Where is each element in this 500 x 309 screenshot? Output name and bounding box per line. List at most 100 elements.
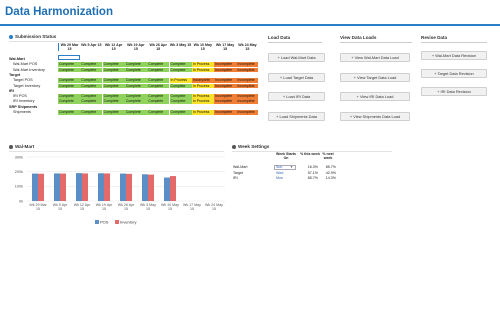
status-cell[interactable]: Incomplete <box>214 78 237 83</box>
submission-divider <box>9 41 234 42</box>
revise-data-button[interactable]: + Wal-Mart Data Revision <box>421 51 487 60</box>
status-cell[interactable]: Complete <box>147 78 170 83</box>
column-header[interactable]: Wk 24 May 15 <box>236 43 258 51</box>
collapse-icon[interactable] <box>9 144 13 149</box>
load-data-button[interactable]: + Load IRI Data <box>268 92 325 101</box>
status-cell[interactable]: Complete <box>80 67 103 73</box>
status-cell[interactable]: Complete <box>80 62 103 67</box>
view-data-load-button[interactable]: + View IRI Data Load <box>340 92 410 101</box>
status-cell[interactable]: Incomplete <box>214 110 237 115</box>
status-cell[interactable]: Complete <box>58 99 80 104</box>
status-cell[interactable]: Incomplete <box>236 99 259 104</box>
revise-data-button[interactable]: + IRI Data Revision <box>421 87 487 96</box>
status-cell[interactable]: Complete <box>102 83 125 89</box>
week-start-day[interactable]: Mon <box>276 176 283 180</box>
status-cell[interactable]: Complete <box>124 67 147 73</box>
column-header[interactable]: Wk 5 Apr 15 <box>80 43 102 47</box>
status-cell[interactable]: Incomplete <box>236 62 259 67</box>
load-data-button[interactable]: + Load Wal-Mart Data <box>268 53 325 62</box>
load-data-button[interactable]: + Load Shipments Data <box>268 111 325 121</box>
collapse-icon[interactable] <box>9 34 13 39</box>
bar-pos <box>76 173 82 201</box>
status-cell[interactable]: Complete <box>102 110 125 115</box>
status-cell[interactable]: Incomplete <box>214 94 237 99</box>
status-cell[interactable]: Complete <box>124 78 147 83</box>
status-cell[interactable]: Complete <box>58 67 80 73</box>
status-cell[interactable]: Complete <box>124 62 147 67</box>
status-cell[interactable]: Complete <box>80 110 103 115</box>
status-cell[interactable]: Complete <box>124 99 147 104</box>
column-header[interactable]: Wk 26 Apr 15 <box>147 43 169 51</box>
status-cell[interactable]: Complete <box>58 83 80 89</box>
status-cell[interactable]: In Process <box>191 110 214 115</box>
status-cell[interactable]: In Process <box>191 62 214 67</box>
status-cell[interactable]: Complete <box>80 94 103 99</box>
collapse-icon[interactable] <box>232 144 236 149</box>
status-cell[interactable]: Complete <box>58 62 80 67</box>
column-header[interactable]: Wk 29 Mar 15 <box>58 43 80 52</box>
week-settings-header[interactable]: Week Settings <box>232 144 269 149</box>
status-cell[interactable]: Complete <box>169 62 192 67</box>
status-cell[interactable]: Incomplete <box>236 67 259 73</box>
status-cell[interactable]: Complete <box>147 83 170 89</box>
status-cell[interactable]: Complete <box>169 94 192 99</box>
week-start-day[interactable]: Sun <box>276 165 282 169</box>
status-cell[interactable]: Complete <box>102 67 125 73</box>
x-tick-label: 15 <box>124 207 128 211</box>
status-cell[interactable]: Incomplete <box>236 83 259 89</box>
status-cell[interactable]: Complete <box>147 62 170 67</box>
status-cell[interactable]: Incomplete <box>236 78 259 83</box>
column-header[interactable]: Wk 19 Apr 15 <box>125 43 147 51</box>
chart-panel-title: Wal-Mart <box>15 144 35 149</box>
status-cell[interactable]: Incomplete <box>236 94 259 99</box>
status-cell[interactable]: Complete <box>102 78 125 83</box>
status-cell[interactable]: In Process <box>169 78 192 83</box>
column-header[interactable]: Wk 17 May 15 <box>214 43 236 51</box>
view-data-load-button[interactable]: + View Target Data Load <box>340 72 410 82</box>
status-cell[interactable]: Incomplete <box>191 78 214 83</box>
status-cell[interactable]: Incomplete <box>214 62 237 67</box>
status-cell[interactable]: In Process <box>191 83 214 89</box>
dropdown-arrow-icon[interactable]: ▼ <box>290 165 293 169</box>
bar-pos <box>54 173 60 201</box>
status-cell[interactable]: Complete <box>169 83 192 89</box>
status-cell[interactable]: Complete <box>147 99 170 104</box>
status-cell[interactable]: Complete <box>80 78 103 83</box>
status-cell[interactable]: Incomplete <box>214 67 237 73</box>
view-data-load-button[interactable]: + View Wal-Mart Data Load <box>340 53 410 62</box>
status-cell[interactable]: Complete <box>147 94 170 99</box>
status-cell[interactable]: In Process <box>191 67 214 73</box>
column-header[interactable]: Wk 10 May 15 <box>192 43 214 51</box>
status-cell[interactable]: Complete <box>58 78 80 83</box>
status-cell[interactable]: In Process <box>191 94 214 99</box>
load-data-button[interactable]: + Load Target Data <box>268 72 325 82</box>
status-cell[interactable]: Complete <box>147 110 170 115</box>
status-cell[interactable]: Complete <box>102 62 125 67</box>
column-header[interactable]: Wk 12 Apr 15 <box>103 43 125 51</box>
chart-panel-header[interactable]: Wal-Mart <box>9 144 34 149</box>
column-header[interactable]: Wk 3 May 15 <box>170 43 192 47</box>
status-cell[interactable]: Complete <box>102 94 125 99</box>
status-cell[interactable]: Complete <box>169 110 192 115</box>
row-label: Target POS <box>13 78 33 83</box>
view-data-load-button[interactable]: + View Shipments Data Load <box>340 111 410 121</box>
revise-data-button[interactable]: + Target Data Revision <box>421 69 487 78</box>
status-cell[interactable]: Complete <box>124 94 147 99</box>
status-cell[interactable]: Complete <box>169 67 192 73</box>
status-cell[interactable]: Complete <box>124 110 147 115</box>
status-cell[interactable]: Complete <box>169 99 192 104</box>
status-cell[interactable]: Complete <box>58 94 80 99</box>
status-cell[interactable]: In Process <box>191 99 214 104</box>
status-cell[interactable]: Complete <box>80 99 103 104</box>
status-cell[interactable]: Complete <box>80 83 103 89</box>
status-cell[interactable]: Complete <box>147 67 170 73</box>
status-cell[interactable]: Complete <box>58 110 80 115</box>
status-cell[interactable]: Complete <box>102 99 125 104</box>
status-cell[interactable]: Incomplete <box>236 110 259 115</box>
submission-status-header[interactable]: Submission Status <box>9 34 56 39</box>
status-cell[interactable]: Incomplete <box>214 83 237 89</box>
week-row-label: IRI <box>233 176 238 180</box>
week-start-day[interactable]: Wed <box>276 171 283 175</box>
status-cell[interactable]: Complete <box>124 83 147 89</box>
status-cell[interactable]: Incomplete <box>214 99 237 104</box>
